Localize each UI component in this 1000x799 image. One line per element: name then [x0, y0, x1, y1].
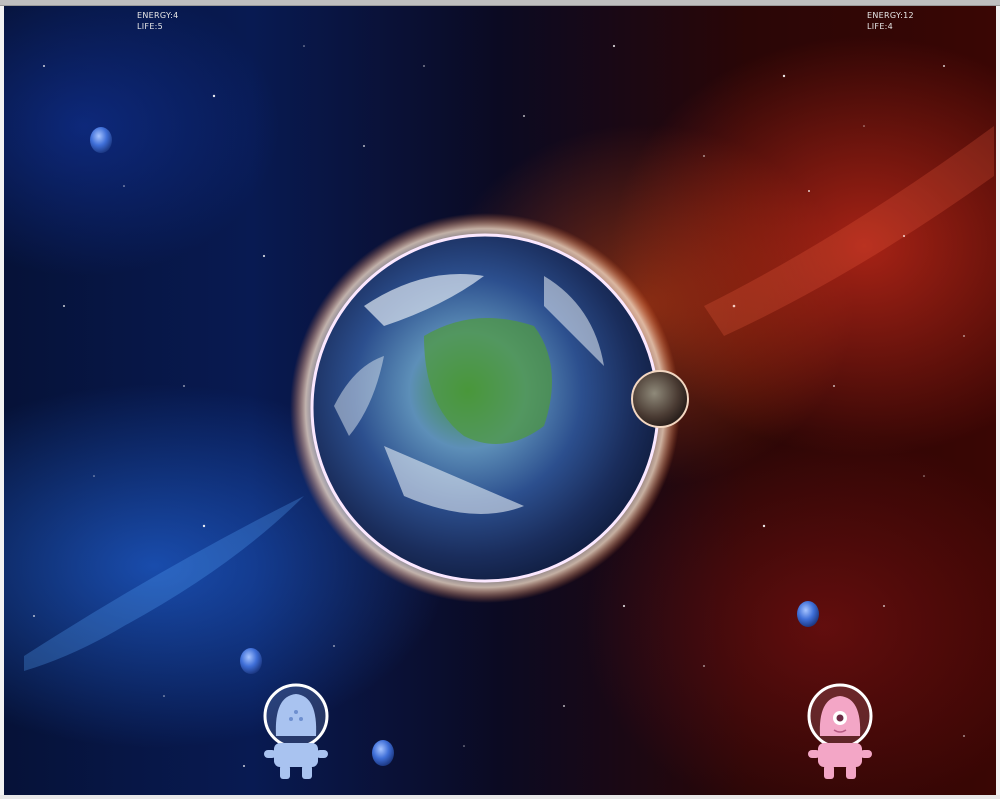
- player1-blue-alien[interactable]: [263, 683, 329, 779]
- energy-orb: [372, 740, 394, 766]
- moon: [631, 370, 689, 428]
- game-window: ENERGY:4 LIFE:5 ENERGY:12 LIFE:4: [0, 0, 1000, 799]
- window-bottom-border: [0, 795, 1000, 799]
- energy-orb: [240, 648, 262, 674]
- energy-orb: [90, 127, 112, 153]
- earth-planet: [290, 213, 680, 603]
- player2-pink-alien[interactable]: [807, 683, 873, 779]
- energy-orb: [797, 601, 819, 627]
- game-canvas[interactable]: ENERGY:4 LIFE:5 ENERGY:12 LIFE:4: [4, 6, 996, 795]
- game-scene: [90, 127, 873, 779]
